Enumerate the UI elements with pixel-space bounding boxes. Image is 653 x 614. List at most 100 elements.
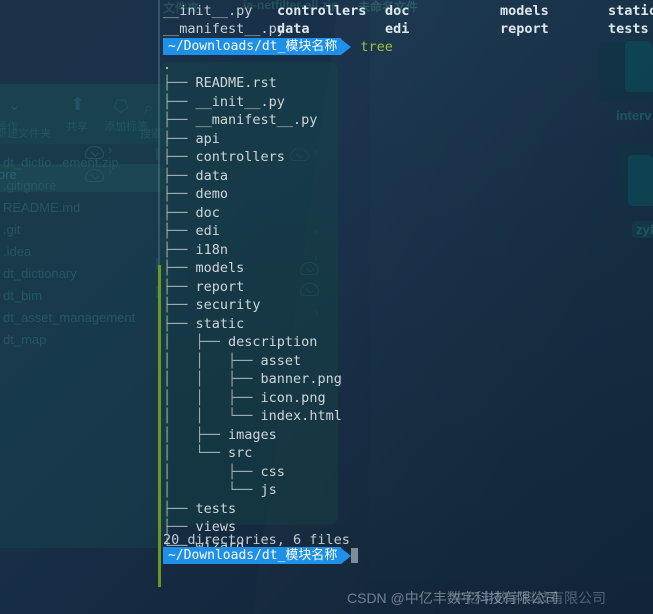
tree-entry: │ └── js [163,481,277,500]
ls-column-row2-col1: __manifest__.py [163,21,285,37]
terminal-cursor [351,548,358,563]
shell-prompt-bottom[interactable]: ~/Downloads/dt_模块名称 [163,547,352,564]
tree-entry-name: api [195,130,220,147]
tree-entry-name: __init__.py [195,93,285,110]
tree-entry-name: security [195,297,261,313]
tree-entry-name: asset [260,352,302,369]
screenshot-root: interv zyf 文件夹 ia-netfilter-all.zip 未命名文… [0,0,653,614]
tree-entry: ├── report [163,278,244,297]
tree-entry-name: models [195,260,245,276]
ls-dir-static: static [608,3,653,19]
ls-dir-data: data [277,21,310,37]
tree-branch-glyph: │ ├── [163,463,261,480]
tree-entry-name: static [195,315,245,332]
tree-branch-glyph: ├── [163,204,196,221]
tree-branch-glyph: ├── [163,167,196,184]
chevron-down-icon: ⌄ [8,97,21,114]
prompt-command: tree [360,38,393,55]
tree-entry-name: js [260,482,277,498]
tree-branch-glyph: │ │ ├── [163,371,261,387]
background-label-zyf: zyf [632,221,653,238]
folder-icon [628,155,653,206]
tree-entry-name: doc [195,204,220,221]
ls-column-row2-col5: tests [608,21,649,37]
tree-branch-glyph: ├── [163,297,196,313]
tree-branch-glyph: ├── [163,130,196,147]
background-file-name: dt_asset_management [3,310,136,325]
ls-column-row1-col3: doc [385,3,409,19]
tree-entry-name: banner.png [260,371,342,387]
tree-entry-name: i18n [195,241,229,258]
shell-prompt-top[interactable]: ~/Downloads/dt_模块名称 tree [163,38,393,55]
tree-entry: │ └── src [163,444,252,463]
prompt-path-segment: ~/Downloads/dt_模块名称 [163,38,342,55]
ls-column-row2-col3: edi [385,21,409,37]
ls-dir-tests: tests [608,21,649,37]
watermark-text-duplicate: 中亿丰数字科技有限公司 [452,590,606,606]
tree-entry: ├── security [163,296,261,315]
ls-dir-report: report [500,21,549,37]
tree-entry: │ │ ├── banner.png [163,370,342,389]
toolbar-label-share: 共享 [66,121,88,133]
tree-entry-name: report [195,278,245,295]
tree-entry: │ │ └── index.html [163,407,342,426]
tree-entry: ├── tests [163,500,236,519]
tree-entry: ├── static [163,315,244,334]
tree-branch-glyph: ├── [163,112,196,128]
tree-branch-glyph: │ └── [163,445,229,461]
ls-dir-models: models [500,3,549,19]
background-file-name: dt_dictionary [3,266,77,281]
tree-entry-name: index.html [260,408,342,424]
tree-entry-name: icon.png [260,389,326,406]
tree-entry-name: README.rst [195,75,277,91]
tree-branch-glyph: │ │ └── [163,408,261,424]
tree-branch-glyph: ├── [163,241,196,258]
search-icon: ⌕ [144,100,153,117]
tree-branch-glyph: ├── [163,75,196,91]
tree-entry: ├── __init__.py [163,93,285,112]
tree-entry: │ ├── images [163,426,277,445]
tree-branch-glyph: ├── [163,93,196,110]
tree-branch-glyph: ├── [163,223,196,239]
tree-entry: │ ├── css [163,463,285,482]
tree-entry: │ │ ├── asset [163,352,301,371]
tree-entry-name: src [228,445,253,461]
background-file-name: README.md [3,200,81,215]
tree-entry: ├── data [163,167,228,186]
terminal-scroll-indicator[interactable] [158,265,161,587]
tree-branch-glyph: │ │ ├── [163,389,261,406]
tree-entry: │ │ ├── icon.png [163,389,326,408]
tree-entry-name: data [195,167,229,184]
tree-entry-name: controllers [195,149,285,165]
ls-dir-controllers: controllers [277,3,367,19]
tree-entry-name: css [260,463,285,480]
tree-branch-glyph: ├── [163,500,196,517]
tree-entry: ├── api [163,130,220,149]
tree-entry: ├── README.rst [163,74,277,93]
tree-root: . [163,57,172,73]
prompt-arrow-icon [341,38,352,55]
tree-entry: │ ├── description [163,333,317,352]
tree-entry: ├── i18n [163,241,228,260]
tree-entry: ├── doc [163,204,220,223]
ls-column-row1-col4: models [500,3,549,19]
background-file-name: .idea [3,244,32,259]
background-file-name: dt_map [3,332,47,347]
ls-column-row2-col2: data [277,21,310,37]
background-file-name: dt_dictio...ement.zip [3,155,119,170]
tree-entry-name: tests [195,500,237,517]
ls-column-row1-col5: static [608,3,653,19]
tree-entry: ├── models [163,259,244,278]
folder-icon [625,41,653,92]
tree-entry: ├── demo [163,185,228,204]
tree-entry-name: __manifest__.py [195,112,318,128]
tree-entry-name: demo [195,186,229,202]
tree-entry-name: description [228,334,318,350]
tree-branch-glyph: ├── [163,186,196,202]
tree-entry: ├── edi [163,222,220,241]
share-icon: ⬆ [70,94,86,114]
background-file-name: dt_bim [3,288,43,303]
tree-branch-glyph: │ ├── [163,426,229,443]
tree-entry-name: edi [195,223,220,239]
new-folder-label: 新建文件夹 [0,128,51,140]
